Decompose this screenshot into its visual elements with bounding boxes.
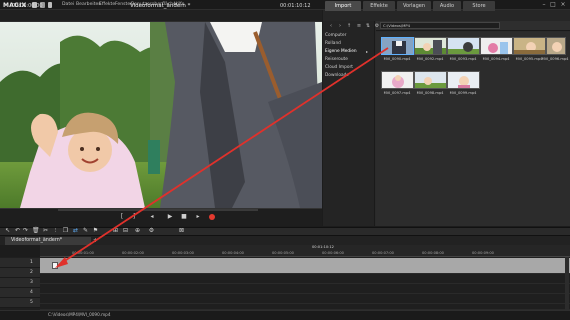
drag-arrow xyxy=(55,47,389,268)
